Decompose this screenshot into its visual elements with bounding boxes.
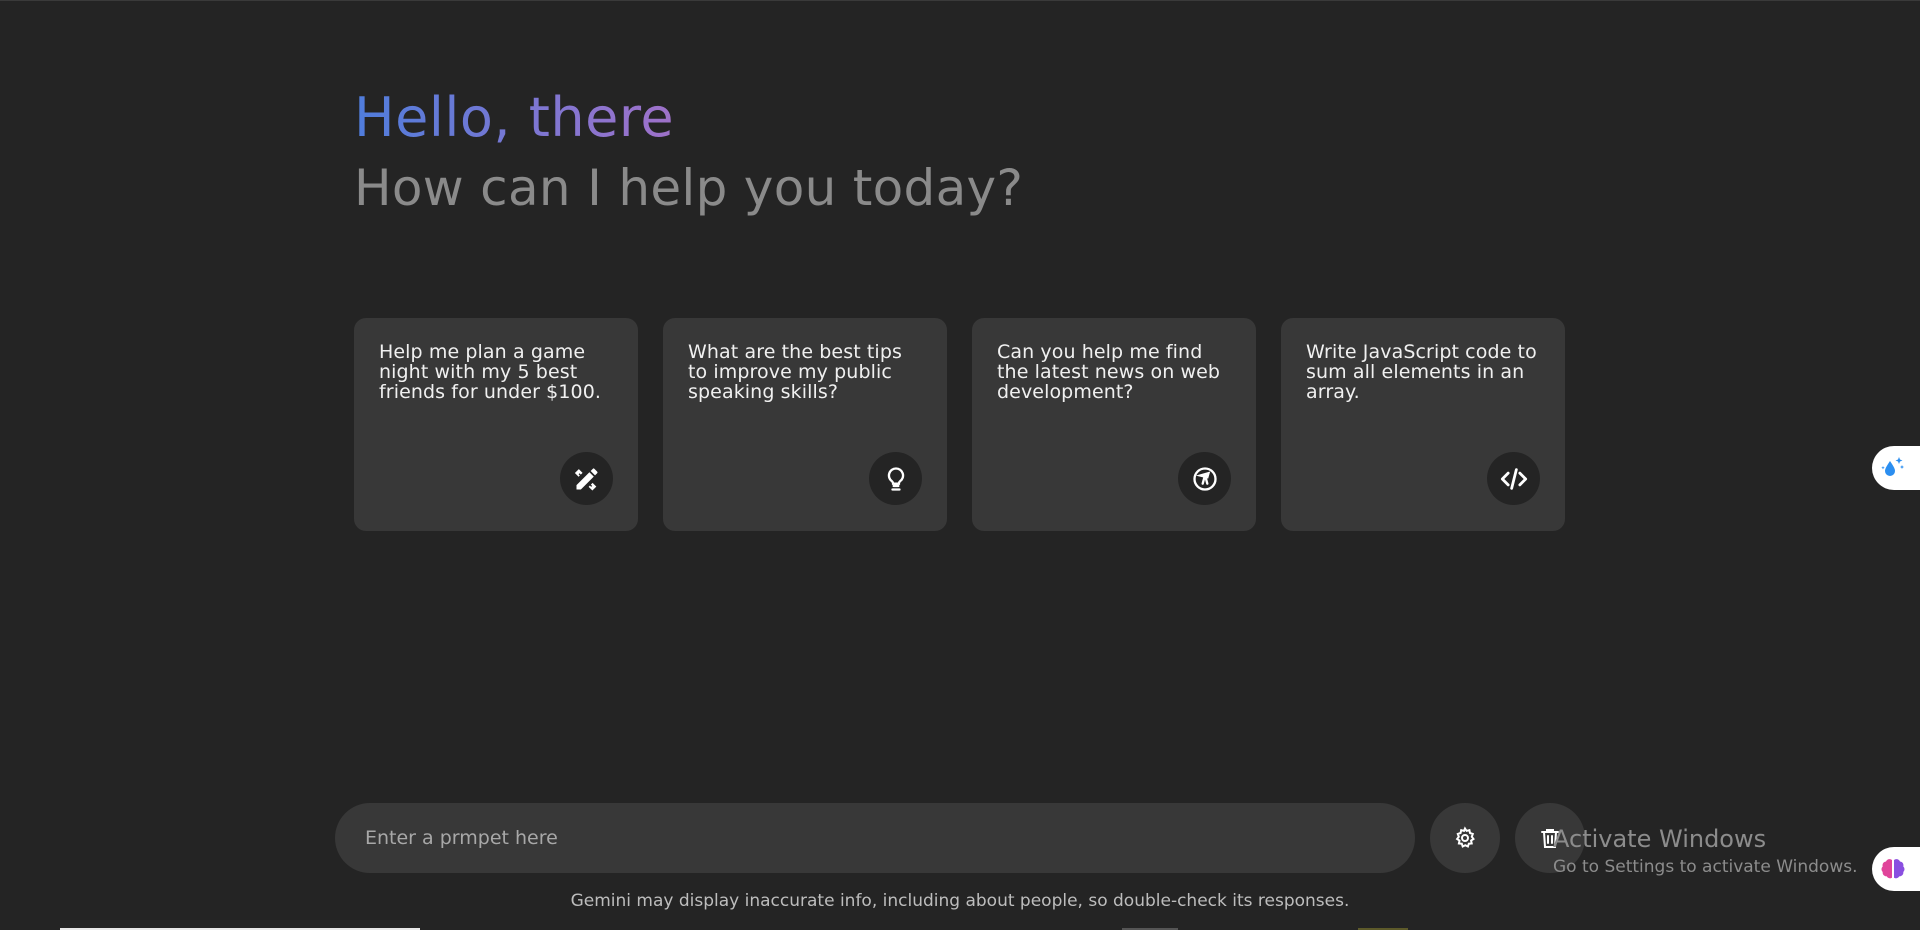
prompt-input[interactable]: [335, 803, 1415, 873]
gear-icon: [1455, 826, 1475, 848]
suggestion-text: What are the best tips to improve my pub…: [688, 341, 902, 403]
lightbulb-icon: [869, 452, 922, 505]
greeting-title: Hello, there: [354, 86, 1023, 150]
extension-tab-sparkle[interactable]: [1872, 446, 1920, 490]
suggestion-text: Help me plan a game night with my 5 best…: [379, 341, 602, 403]
activate-windows-watermark: Activate Windows Go to Settings to activ…: [1553, 824, 1858, 878]
brain-icon: [1881, 859, 1905, 879]
greeting-header: Hello, there How can I help you today?: [354, 86, 1023, 218]
suggestion-card-web-news[interactable]: Can you help me find the latest news on …: [972, 318, 1256, 531]
activate-windows-title: Activate Windows: [1553, 825, 1767, 853]
suggestion-list: Help me plan a game night with my 5 best…: [354, 318, 1565, 531]
disclaimer-text: Gemini may display inaccurate info, incl…: [570, 891, 1350, 911]
suggestion-card-public-speaking[interactable]: What are the best tips to improve my pub…: [663, 318, 947, 531]
prompt-input-container: [335, 803, 1415, 873]
explore-icon: [1178, 452, 1231, 505]
code-icon: [1487, 452, 1540, 505]
water-drop-sparkle-icon: [1881, 457, 1904, 476]
settings-button[interactable]: [1430, 803, 1500, 873]
suggestion-card-game-night[interactable]: Help me plan a game night with my 5 best…: [354, 318, 638, 531]
suggestion-text: Can you help me find the latest news on …: [997, 341, 1221, 403]
window-top-border: [0, 0, 1920, 1]
extension-tab-brain[interactable]: [1872, 847, 1920, 891]
greeting-subtitle: How can I help you today?: [354, 159, 1024, 217]
suggestion-text: Write JavaScript code to sum all element…: [1306, 341, 1537, 403]
pencil-ruler-icon: [560, 452, 613, 505]
suggestion-card-javascript[interactable]: Write JavaScript code to sum all element…: [1281, 318, 1565, 531]
activate-windows-subtitle: Go to Settings to activate Windows.: [1553, 857, 1858, 877]
